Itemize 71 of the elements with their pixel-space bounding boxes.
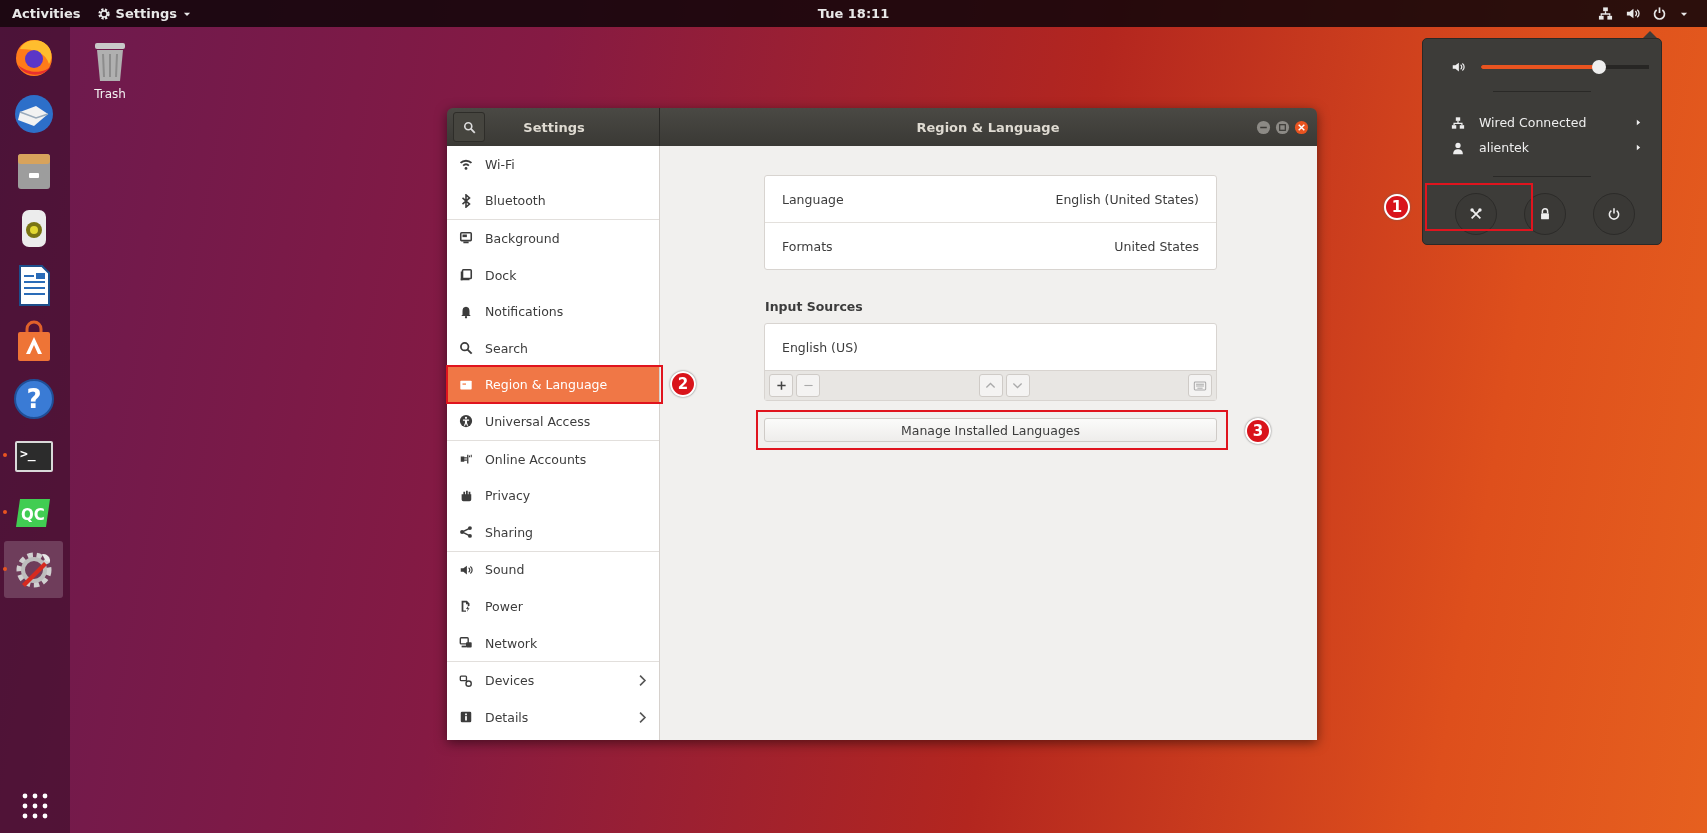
close-icon (1294, 119, 1309, 135)
sidebar-item[interactable]: Sharing (447, 513, 659, 551)
setting-row[interactable]: Language English (United States) (765, 176, 1216, 222)
lock-button[interactable] (1524, 193, 1566, 235)
power-button[interactable] (1593, 193, 1636, 235)
bell-icon (459, 304, 473, 319)
clock[interactable]: Tue 18:11 (817, 6, 890, 21)
minimize-icon (1256, 119, 1271, 135)
triangle-icon (1634, 143, 1643, 152)
settings-button[interactable] (1454, 193, 1497, 235)
search-icon (462, 120, 476, 134)
wifi-icon (459, 157, 473, 172)
sidebar-item[interactable]: Search (447, 329, 659, 367)
sidebar-item[interactable]: Universal Access (447, 403, 659, 440)
info-icon (459, 710, 473, 725)
setting-value: English (United States) (1055, 191, 1199, 207)
sidebar-item[interactable]: Network (447, 624, 659, 662)
sidebar-item[interactable]: Power (447, 588, 659, 625)
sidebar-item[interactable]: Dock (447, 256, 659, 294)
battery-icon (459, 599, 473, 614)
gear-icon (96, 6, 111, 21)
sidebar-item[interactable]: Devices (447, 662, 659, 699)
power-icon (1652, 6, 1667, 21)
window-title: Settings (522, 119, 586, 135)
maximize-icon (1275, 119, 1290, 135)
search-button[interactable] (453, 112, 485, 142)
search-icon (459, 341, 473, 356)
hand-icon (459, 488, 473, 503)
keyboard-icon (1193, 378, 1207, 393)
share-icon (459, 525, 473, 540)
user-icon (1451, 140, 1465, 155)
setting-row[interactable]: Formats United States (765, 222, 1216, 269)
plus-icon (775, 380, 787, 391)
step-number: 1 (1384, 194, 1410, 220)
network-icon (1598, 6, 1613, 21)
app-grid-icon[interactable] (22, 793, 48, 819)
menu-item[interactable]: Wired Connected (1423, 110, 1661, 135)
sidebar-item[interactable]: Privacy (447, 477, 659, 514)
network-icon (1451, 115, 1465, 130)
input-source-item[interactable]: English (US) (765, 324, 1216, 370)
app-menu[interactable]: Settings (96, 6, 192, 21)
add-button[interactable] (769, 374, 793, 397)
setting-label: Formats (782, 238, 833, 254)
devices-icon (459, 673, 473, 688)
desktop-icon-label: Trash (94, 87, 126, 101)
network-icon (459, 636, 473, 650)
section-heading: Input Sources (765, 299, 864, 314)
sidebar-item[interactable]: Background (447, 220, 659, 257)
sidebar-item[interactable]: Wi-Fi (447, 146, 659, 183)
sidebar-item[interactable]: Online Accounts (447, 440, 659, 478)
triangle-icon (1634, 118, 1643, 127)
sidebar-item[interactable]: Bluetooth (447, 182, 659, 220)
sidebar-item[interactable]: Sound (447, 551, 659, 589)
monitor-icon (459, 231, 473, 246)
activities-button[interactable]: Activities (12, 6, 81, 21)
window-icon (459, 268, 473, 283)
setting-value: United States (1114, 238, 1199, 254)
setting-label: Language (782, 191, 844, 207)
sidebar-item[interactable]: Details (447, 698, 659, 736)
tools-icon (1468, 207, 1483, 221)
menu-item[interactable]: alientek (1423, 135, 1661, 160)
lock-icon (1538, 207, 1552, 221)
speaker-icon (1451, 60, 1465, 74)
sidebar-item[interactable]: Notifications (447, 293, 659, 330)
manage-languages-button[interactable]: Manage Installed Languages (764, 418, 1217, 442)
speaker-icon (1625, 6, 1640, 21)
power-icon (1607, 207, 1622, 221)
bluetooth-icon (459, 193, 473, 208)
accessibility-icon (459, 414, 473, 429)
help-icon[interactable]: ? (11, 376, 56, 421)
window-title: Region & Language (915, 119, 1061, 135)
